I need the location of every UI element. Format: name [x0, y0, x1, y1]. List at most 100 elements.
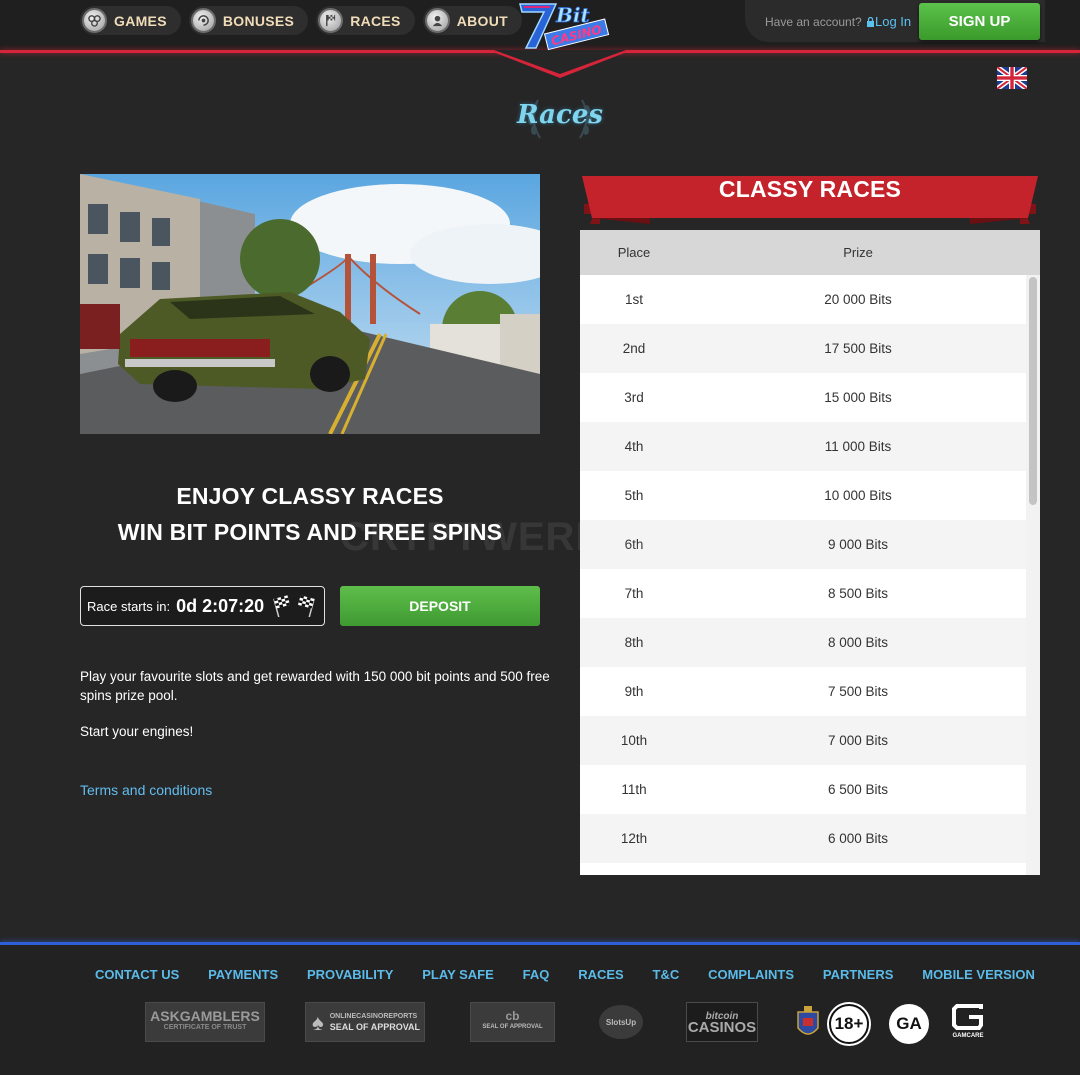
- row-place: 5th: [624, 488, 644, 503]
- footer-link-contact-us[interactable]: CONTACT US: [95, 967, 179, 982]
- askgamblers-subtitle: CERTIFICATE OF TRUST: [163, 1024, 247, 1031]
- footer-links: CONTACT US PAYMENTS PROVABILITY PLAY SAF…: [95, 967, 1035, 982]
- row-prize: 10 000 Bits: [824, 488, 892, 503]
- promo-description: Play your favourite slots and get reward…: [80, 669, 550, 703]
- row-place: 4th: [624, 439, 644, 454]
- row-prize: 17 500 Bits: [824, 341, 892, 356]
- timer-label: Race starts in:: [87, 598, 171, 614]
- race-car-image: [80, 174, 540, 434]
- prize-table-body: 1st 20 000 Bits 2nd 17 500 Bits 3rd 15 000 …: [580, 275, 1040, 863]
- headline-line-1: ENJOY CLASSY RACES: [176, 483, 444, 509]
- nav-item-races[interactable]: RACES: [316, 6, 415, 35]
- cb-badge[interactable]: cb SEAL OF APPROVAL: [470, 1002, 555, 1042]
- row-place: 11th: [621, 782, 647, 797]
- row-place: 3rd: [624, 390, 644, 405]
- uk-flag-icon[interactable]: [997, 67, 1027, 89]
- header-place: Place: [617, 245, 651, 260]
- games-icon: [82, 8, 107, 33]
- row-prize: 11 000 Bits: [824, 439, 892, 454]
- row-prize: 8 000 Bits: [827, 635, 889, 650]
- table-row: 8th 8 000 Bits: [580, 618, 1040, 667]
- gamcare-badge[interactable]: GAMCARE: [946, 1002, 990, 1042]
- row-prize: 15 000 Bits: [824, 390, 892, 405]
- row-place: 12th: [620, 831, 648, 846]
- table-row: 4th 11 000 Bits: [580, 422, 1040, 471]
- nav-label-about: ABOUT: [456, 12, 508, 29]
- row-place: 2nd: [622, 341, 646, 356]
- deposit-button[interactable]: DEPOSIT: [340, 586, 540, 626]
- ocr-title: ONLINECASINOREPORTS: [329, 1013, 418, 1020]
- gamcare-logo-icon: [952, 1003, 983, 1030]
- trust-badges: ASKGAMBLERS CERTIFICATE OF TRUST ♠ ONLIN…: [0, 1002, 1080, 1046]
- footer-link-faq[interactable]: FAQ: [523, 967, 550, 982]
- nav-item-about[interactable]: ABOUT: [422, 6, 522, 35]
- row-prize: 20 000 Bits: [824, 292, 892, 307]
- row-prize: 6 000 Bits: [827, 831, 889, 846]
- table-row: 1st 20 000 Bits: [580, 275, 1040, 324]
- slotsup-label: SlotsUp: [599, 1005, 643, 1039]
- row-place: 7th: [624, 586, 644, 601]
- table-row: 12th 6 000 Bits: [580, 814, 1040, 863]
- row-prize: 6 500 Bits: [827, 782, 889, 797]
- bitcoin-casinos-badge[interactable]: bitcoin CASINOS: [686, 1002, 758, 1042]
- nav-label-races: RACES: [350, 12, 401, 29]
- row-place: 9th: [624, 684, 644, 699]
- nav-item-bonuses[interactable]: BONUSES: [188, 6, 309, 35]
- ocr-text: ONLINECASINOREPORTS SEAL OF APPROVAL: [330, 1011, 420, 1033]
- login-label: Log In: [875, 14, 912, 29]
- cb-subtitle: SEAL OF APPROVAL: [482, 1024, 543, 1030]
- table-row: 11th 6 500 Bits: [580, 765, 1040, 814]
- askgamblers-badge[interactable]: ASKGAMBLERS CERTIFICATE OF TRUST: [145, 1002, 265, 1042]
- row-place: 1st: [624, 292, 643, 307]
- terms-link[interactable]: Terms and conditions: [80, 782, 212, 798]
- footer-link-provability[interactable]: PROVABILITY: [307, 967, 393, 982]
- coat-of-arms-icon: [797, 1006, 819, 1035]
- banner-title: CLASSY RACES: [718, 176, 902, 202]
- gamcare-label: GAMCARE: [952, 1032, 984, 1039]
- races-icon: [318, 8, 344, 33]
- table-row: 5th 10 000 Bits: [580, 471, 1040, 520]
- age-18-badge: 18+: [829, 1004, 869, 1044]
- footer-link-payments[interactable]: PAYMENTS: [208, 967, 278, 982]
- row-prize: 7 500 Bits: [827, 684, 889, 699]
- footer-link-races[interactable]: RACES: [578, 967, 624, 982]
- footer-link-partners[interactable]: PARTNERS: [823, 967, 894, 982]
- page-title: Races: [500, 90, 620, 146]
- row-place: 8th: [624, 635, 644, 650]
- table-row: 10th 7 000 Bits: [580, 716, 1040, 765]
- about-icon: [424, 8, 450, 33]
- login-link[interactable]: Log In: [866, 14, 911, 29]
- row-place: 10th: [620, 733, 648, 748]
- timer-value: 0d 2:07:20: [176, 595, 265, 616]
- lock-icon: [867, 16, 874, 27]
- footer-link-tc[interactable]: T&C: [653, 967, 680, 982]
- table-row: 9th 7 500 Bits: [580, 667, 1040, 716]
- spade-icon: ♠: [312, 1009, 324, 1035]
- bitcoin-casinos-title: CASINOS: [687, 1019, 757, 1036]
- watermark: CRYPTWERK.COM: [340, 515, 714, 559]
- askgamblers-title: ASKGAMBLERS: [150, 1008, 260, 1024]
- prize-table-scroll-thumb[interactable]: [1029, 277, 1037, 505]
- row-prize: 7 000 Bits: [827, 733, 889, 748]
- nav-label-bonuses: BONUSES: [222, 12, 295, 29]
- race-timer: Race starts in: 0d 2:07:20: [80, 586, 325, 626]
- slotsup-badge[interactable]: SlotsUp: [598, 1002, 644, 1042]
- onlinecasinoreports-badge[interactable]: ♠ ONLINECASINOREPORTS SEAL OF APPROVAL: [305, 1002, 425, 1042]
- promo-engines-text: Start your engines!: [80, 724, 194, 739]
- checkered-flags-icon: [273, 595, 316, 617]
- main-nav: GAMES BONUSES RACES ABOUT: [80, 6, 522, 35]
- casino-logo[interactable]: Bit CASINO: [516, 0, 616, 54]
- footer-link-mobile-version[interactable]: MOBILE VERSION: [922, 967, 1035, 982]
- table-row: 7th 8 500 Bits: [580, 569, 1040, 618]
- footer-link-play-safe[interactable]: PLAY SAFE: [422, 967, 494, 982]
- cb-logo-icon: cb: [505, 1009, 520, 1023]
- row-prize: 8 500 Bits: [827, 586, 889, 601]
- page-title-text: Races: [516, 100, 604, 130]
- prize-table-header: Place Prize: [580, 230, 1040, 275]
- nav-item-games[interactable]: GAMES: [80, 6, 181, 35]
- signup-button[interactable]: SIGN UP: [919, 3, 1040, 40]
- table-row: 3rd 15 000 Bits: [580, 373, 1040, 422]
- footer-link-complaints[interactable]: COMPLAINTS: [708, 967, 794, 982]
- header-prize: Prize: [843, 245, 873, 260]
- ga-badge[interactable]: GA: [889, 1004, 929, 1044]
